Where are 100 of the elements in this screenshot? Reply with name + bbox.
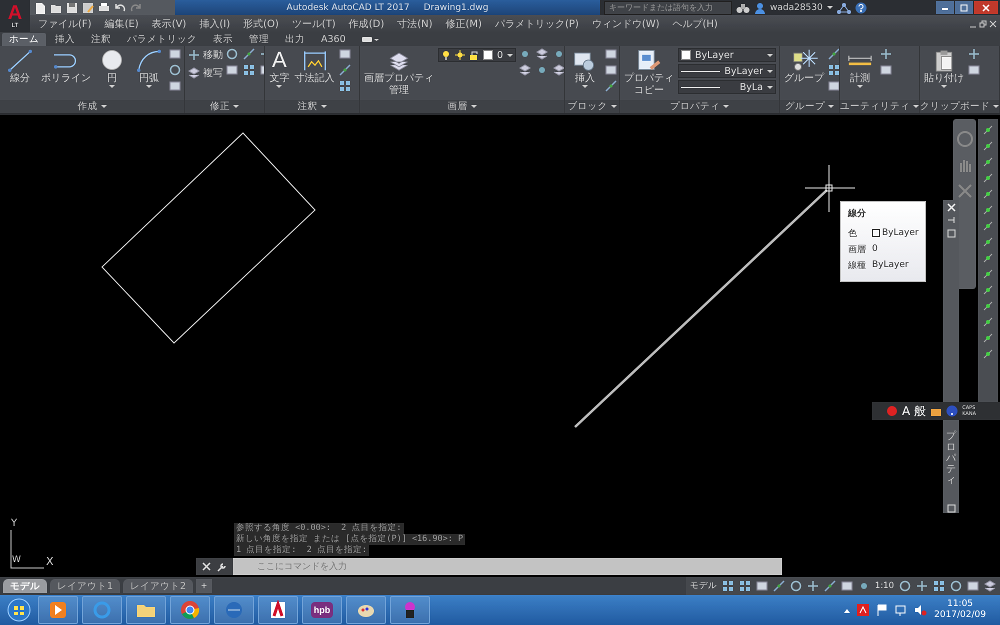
layers-icon[interactable]	[553, 64, 564, 76]
diagonal-line-icon[interactable]	[828, 48, 839, 60]
property-dropdown[interactable]: ByLa	[678, 80, 776, 94]
taskbar-app-button[interactable]	[170, 596, 210, 624]
help-icon[interactable]	[854, 2, 867, 14]
layout-tab[interactable]: レイアウト2	[123, 579, 194, 593]
antivirus-icon[interactable]	[857, 604, 870, 616]
snap-icon[interactable]	[982, 316, 994, 328]
grid-icon[interactable]	[722, 580, 734, 592]
minimize-button[interactable]	[936, 1, 954, 14]
snap-icon[interactable]	[982, 156, 994, 168]
menu-item[interactable]: 修正(M)	[446, 16, 482, 30]
menu-item[interactable]: ヘルプ(H)	[672, 16, 718, 30]
menu-item[interactable]: ファイル(F)	[38, 16, 92, 30]
snap-icon[interactable]	[982, 220, 994, 232]
annotation-scale-button[interactable]: 1:10	[874, 581, 894, 591]
settings-icon[interactable]	[946, 229, 956, 238]
alert-icon[interactable]	[886, 405, 898, 417]
snap-icon[interactable]	[982, 124, 994, 136]
taskbar-app-button[interactable]: hpb	[302, 596, 342, 624]
ribbon-button[interactable]: 寸法記入	[294, 48, 336, 84]
snap-icon[interactable]	[982, 172, 994, 184]
snap-icon[interactable]	[982, 332, 994, 344]
network-icon[interactable]	[895, 604, 908, 616]
layers-icon[interactable]	[519, 64, 532, 76]
undo-icon[interactable]	[114, 2, 126, 14]
binoculars-icon[interactable]	[736, 2, 750, 14]
panel-title[interactable]: ブロック	[565, 100, 619, 113]
ribbon-tab[interactable]: 注釈	[84, 33, 118, 46]
taskbar-app-button[interactable]	[126, 596, 166, 624]
diagonal-line-icon[interactable]	[605, 80, 617, 92]
ribbon-tab[interactable]: 表示	[206, 33, 240, 46]
ribbon-button[interactable]: 円弧	[132, 48, 166, 88]
circle-icon[interactable]	[899, 580, 911, 592]
ribbon-button[interactable]: 複写	[188, 66, 223, 80]
flag-icon[interactable]	[876, 604, 888, 616]
ribbon-tab[interactable]: ホーム	[2, 33, 46, 46]
panel-title[interactable]: ユーティリティ	[840, 100, 919, 113]
menu-item[interactable]: 表示(V)	[152, 16, 186, 30]
ime-mode[interactable]: A	[902, 405, 910, 417]
snap-icon[interactable]	[982, 140, 994, 152]
ribbon-tab[interactable]: パラメトリック	[120, 33, 204, 46]
grid-icon[interactable]	[933, 580, 945, 592]
wrench-icon[interactable]	[217, 562, 227, 572]
circle-icon[interactable]	[790, 580, 802, 592]
show-hidden-icons-icon[interactable]	[844, 608, 850, 612]
ribbon-button[interactable]: 貼り付け	[923, 48, 965, 88]
panel-title[interactable]: グループ	[780, 100, 839, 113]
panel-title[interactable]: 注釈	[265, 100, 359, 113]
palette-menu-icon[interactable]	[946, 504, 956, 513]
speaker-muted-icon[interactable]	[914, 604, 928, 616]
panel-title[interactable]: 作成	[0, 100, 184, 113]
printer-icon[interactable]	[98, 2, 110, 14]
dot-icon[interactable]	[553, 48, 564, 60]
menu-item[interactable]: 形式(O)	[243, 16, 279, 30]
menu-item[interactable]: 寸法(N)	[397, 16, 433, 30]
user-icon[interactable]	[754, 2, 766, 14]
close-button[interactable]	[974, 1, 998, 14]
snap-icon[interactable]	[982, 284, 994, 296]
snap-icon[interactable]	[982, 188, 994, 200]
ribbon-tab[interactable]: 挿入	[48, 33, 82, 46]
layers-icon[interactable]	[984, 580, 996, 592]
ribbon-button[interactable]: ポリライン	[40, 48, 92, 84]
diagonal-line-icon[interactable]	[243, 48, 255, 60]
circle-icon[interactable]	[226, 48, 238, 60]
save-as-icon[interactable]	[82, 2, 94, 14]
search-field[interactable]: キーワードまたは語句を入力	[604, 0, 732, 14]
ribbon-button[interactable]: プロパティ コピー	[623, 48, 675, 96]
network-icon[interactable]	[836, 2, 851, 14]
ribbon-tab[interactable]: A360	[314, 33, 353, 46]
circle-icon[interactable]	[950, 580, 962, 592]
add-layout-button[interactable]: +	[196, 579, 212, 593]
ribbon-button[interactable]: 線分	[3, 48, 37, 84]
ribbon-button[interactable]: 円	[95, 48, 129, 88]
layer-dropdown[interactable]: 0	[438, 48, 516, 62]
layers-icon[interactable]	[536, 48, 548, 60]
panel-title[interactable]: 画層	[360, 100, 564, 113]
layout-tab[interactable]: レイアウト1	[50, 579, 120, 593]
diagonal-line-icon[interactable]	[772, 580, 785, 592]
snap-icon[interactable]	[982, 252, 994, 264]
restore-icon[interactable]	[979, 20, 987, 28]
ribbon-tab[interactable]: 管理	[242, 33, 276, 46]
ribbon-button[interactable]: A 文字	[268, 48, 291, 88]
menu-item[interactable]: 編集(E)	[104, 16, 139, 30]
ribbon-button[interactable]: 移動	[188, 48, 223, 62]
property-dropdown[interactable]: ByLayer	[678, 64, 776, 78]
taskbar-app-button[interactable]	[38, 596, 78, 624]
diagonal-line-icon[interactable]	[824, 580, 836, 592]
grid-icon[interactable]	[243, 64, 255, 76]
clock[interactable]: 11:05 2017/02/09	[934, 599, 986, 621]
taskbar-app-button[interactable]	[258, 596, 298, 624]
ribbon-button[interactable]: グループ	[783, 48, 825, 84]
taskbar-app-button[interactable]	[390, 596, 430, 624]
snap-icon[interactable]	[982, 268, 994, 280]
circle-icon[interactable]	[169, 64, 181, 76]
ribbon-button[interactable]: 挿入	[568, 48, 602, 88]
close-icon[interactable]	[202, 562, 211, 571]
maximize-button[interactable]	[955, 1, 973, 14]
ribbon-button[interactable]: 計測	[843, 48, 877, 88]
panel-title[interactable]: 修正	[185, 100, 264, 113]
